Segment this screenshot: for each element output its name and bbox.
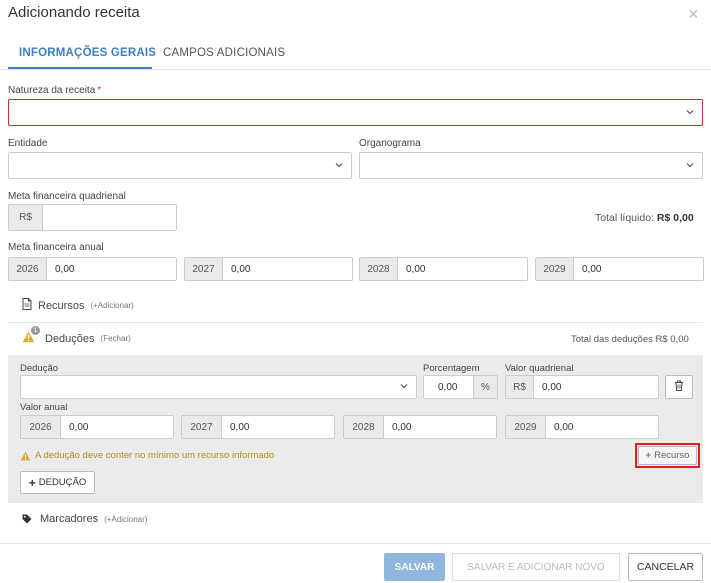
chevron-down-icon <box>685 107 695 117</box>
valor-anual-2026-input[interactable]: 2026 0,00 <box>20 415 174 439</box>
valor-quadrienal-label: Valor quadrienal <box>505 363 574 374</box>
porcentagem-label: Porcentagem <box>423 363 480 374</box>
recursos-add-link[interactable]: (+Adicionar) <box>90 301 133 310</box>
deducoes-section: 1 Deduções (Fechar) <box>22 326 131 346</box>
year-value: 0,00 <box>55 263 75 275</box>
porcentagem-value: 0,00 <box>438 381 458 393</box>
section-divider <box>8 322 703 323</box>
organograma-select[interactable] <box>359 152 703 179</box>
valor-anual-2027-input[interactable]: 2027 0,00 <box>181 415 335 439</box>
marcadores-add-link[interactable]: (+Adicionar) <box>104 515 147 524</box>
meta-quadrienal-input[interactable]: R$ <box>8 204 177 231</box>
trash-icon <box>674 380 684 394</box>
plus-icon: + <box>28 475 36 490</box>
currency-addon: R$ <box>506 376 534 398</box>
valor-quadrienal-input[interactable]: R$ 0,00 <box>505 375 659 399</box>
close-icon[interactable]: × <box>688 4 699 24</box>
valor-quadrienal-value: 0,00 <box>542 381 562 393</box>
total-liquido-label: Total líquido: <box>595 212 654 224</box>
year-value: 0,00 <box>554 421 574 433</box>
meta-anual-2027-input[interactable]: 2027 0,00 <box>184 257 353 281</box>
year-value: 0,00 <box>406 263 426 275</box>
marcadores-label: Marcadores <box>40 513 99 525</box>
tag-icon <box>22 514 32 524</box>
year-addon: 2029 <box>536 258 574 280</box>
save-button[interactable]: SALVAR <box>384 553 445 581</box>
deducoes-badge: 1 <box>31 326 40 335</box>
required-mark: * <box>97 85 102 96</box>
chevron-down-icon <box>399 381 409 391</box>
deducao-warning: A dedução deve conter no mínimo um recur… <box>20 450 274 461</box>
natureza-label-text: Natureza da receita <box>8 85 96 96</box>
recursos-label: Recursos <box>38 299 85 312</box>
year-addon: 2028 <box>344 416 384 438</box>
dialog-title: Adicionando receita <box>8 4 140 21</box>
meta-quadrienal-label: Meta financeira quadrienal <box>8 191 126 202</box>
total-liquido: Total líquido: R$ 0,00 <box>595 212 694 224</box>
tabbar-divider <box>0 69 711 70</box>
document-icon <box>22 298 32 313</box>
valor-anual-2029-input[interactable]: 2029 0,00 <box>505 415 659 439</box>
footer-divider <box>0 543 711 544</box>
year-value: 0,00 <box>582 263 602 275</box>
natureza-select[interactable] <box>8 99 703 126</box>
porcentagem-input[interactable]: 0,00 % <box>423 375 498 399</box>
meta-anual-2028-input[interactable]: 2028 0,00 <box>359 257 528 281</box>
year-addon: 2029 <box>506 416 546 438</box>
percent-addon: % <box>473 376 497 398</box>
add-recurso-button[interactable]: + Recurso <box>638 446 697 465</box>
warning-text: A dedução deve conter no mínimo um recur… <box>35 450 275 461</box>
organograma-label: Organograma <box>359 138 421 149</box>
entidade-select[interactable] <box>8 152 352 179</box>
cancel-button[interactable]: CANCELAR <box>628 553 703 581</box>
add-deducao-button[interactable]: + DEDUÇÃO <box>20 471 95 494</box>
marcadores-section: Marcadores (+Adicionar) <box>22 513 147 525</box>
deducao-label: Dedução <box>20 363 59 374</box>
year-value: 0,00 <box>230 421 250 433</box>
save-add-new-button[interactable]: SALVAR E ADICIONAR NOVO <box>452 553 620 581</box>
chevron-down-icon <box>334 160 344 170</box>
delete-deducao-button[interactable] <box>665 375 693 399</box>
deducoes-label: Deduções <box>45 332 95 345</box>
year-addon: 2026 <box>9 258 47 280</box>
meta-anual-label: Meta financeira anual <box>8 242 104 253</box>
year-addon: 2028 <box>360 258 398 280</box>
deducao-select[interactable] <box>20 375 417 399</box>
chevron-down-icon <box>685 160 695 170</box>
year-value: 0,00 <box>392 421 412 433</box>
add-deducao-label: DEDUÇÃO <box>38 477 87 488</box>
currency-addon: R$ <box>9 205 43 230</box>
natureza-label: Natureza da receita * <box>8 85 101 96</box>
add-recurso-label: Recurso <box>654 450 690 461</box>
plus-icon: + <box>645 450 652 461</box>
deducoes-total: Total das deduções R$ 0,00 <box>571 334 689 345</box>
entidade-label: Entidade <box>8 138 48 149</box>
year-addon: 2026 <box>21 416 61 438</box>
year-value: 0,00 <box>231 263 251 275</box>
recursos-section: Recursos (+Adicionar) <box>22 298 134 313</box>
valor-anual-label: Valor anual <box>20 402 68 413</box>
tab-campos-adicionais[interactable]: CAMPOS ADICIONAIS <box>163 47 285 59</box>
valor-anual-2028-input[interactable]: 2028 0,00 <box>343 415 497 439</box>
year-addon: 2027 <box>182 416 222 438</box>
deducoes-fechar-link[interactable]: (Fechar) <box>101 334 131 343</box>
meta-anual-2026-input[interactable]: 2026 0,00 <box>8 257 177 281</box>
warning-icon <box>20 451 31 461</box>
year-addon: 2027 <box>185 258 223 280</box>
tab-informacoes-gerais[interactable]: INFORMAÇÕES GERAIS <box>19 47 156 59</box>
total-liquido-value: R$ 0,00 <box>656 212 694 224</box>
meta-anual-2029-input[interactable]: 2029 0,00 <box>535 257 704 281</box>
warning-icon: 1 <box>22 326 40 346</box>
year-value: 0,00 <box>69 421 89 433</box>
